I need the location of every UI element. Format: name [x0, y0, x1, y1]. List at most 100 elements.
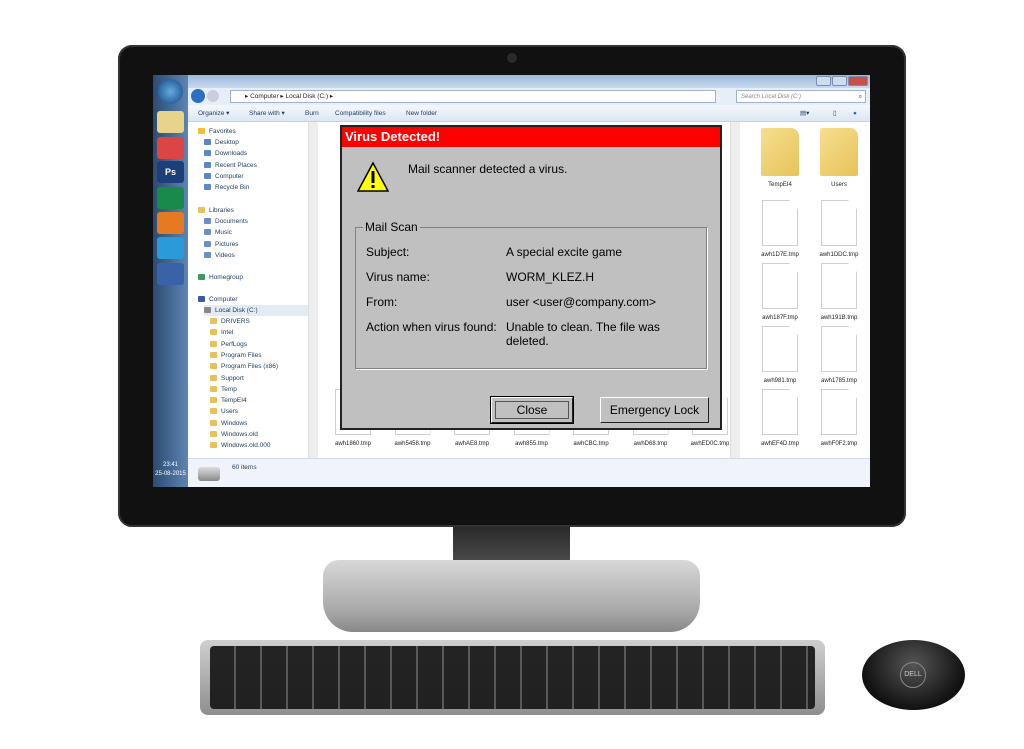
file-item[interactable]: awh981.tmp	[751, 326, 809, 384]
breadcrumb-local-disk[interactable]: Local Disk (C:)	[286, 93, 329, 100]
file-label: awhF0F2.tmp	[820, 441, 858, 447]
folder-icon	[761, 128, 799, 176]
nav-label: Support	[221, 374, 244, 382]
nav-label: Documents	[215, 218, 248, 225]
help-icon[interactable]: ●	[853, 105, 857, 122]
ico-taskbar-icon[interactable]	[157, 187, 184, 209]
share-with-button[interactable]: Share with ▾	[249, 105, 285, 122]
nav-item-folder[interactable]: PerfLogs	[210, 339, 247, 350]
file-item[interactable]: awh1D7E.tmp	[751, 200, 809, 258]
file-item[interactable]: awh1785.tmp	[810, 326, 868, 384]
firefox-taskbar-icon[interactable]	[157, 212, 184, 234]
nav-item-library[interactable]: Videos	[204, 250, 235, 261]
file-icon	[821, 389, 857, 435]
file-item[interactable]: awhEF4D.tmp	[751, 389, 809, 447]
nav-item-library[interactable]: Documents	[204, 216, 248, 227]
close-button[interactable]: Close	[490, 396, 574, 424]
preview-pane-icon[interactable]: ▯	[833, 105, 837, 122]
nav-item-folder[interactable]: TempEI4	[210, 395, 247, 406]
nav-item-folder[interactable]: Program Files (x86)	[210, 361, 278, 372]
folder-item[interactable]: TempEI4	[751, 128, 809, 188]
file-icon	[821, 326, 857, 372]
clock-date: 25-08-2015	[155, 471, 186, 477]
taskbar: Ps 23:41 25-08-2015	[153, 75, 188, 487]
minimize-button[interactable]	[816, 76, 831, 86]
back-button[interactable]	[191, 89, 205, 103]
nav-item-folder[interactable]: Temp	[210, 384, 237, 395]
nav-favorites-icon	[198, 128, 205, 134]
nav-scrollbar[interactable]	[308, 122, 318, 458]
nav-item-computer[interactable]: Computer	[198, 294, 238, 305]
nav-libraries-icon	[198, 207, 205, 213]
mouse: DELL	[862, 640, 965, 710]
nav-item-folder[interactable]: Windows.old	[210, 429, 258, 440]
chrome-taskbar-icon[interactable]	[157, 137, 184, 159]
maximize-button[interactable]	[832, 76, 847, 86]
new-folder-button[interactable]: New folder	[406, 105, 437, 122]
action-row: Action when virus found: Unable to clean.…	[366, 320, 660, 348]
clock[interactable]: 23:41 25-08-2015	[153, 461, 188, 479]
nav-item-folder[interactable]: DRIVERS	[210, 316, 250, 327]
dialog-message: Mail scanner detected a virus.	[408, 162, 568, 176]
title-bar	[188, 75, 870, 88]
file-item[interactable]: awh187F.tmp	[751, 263, 809, 321]
nav-folder-icon	[210, 340, 217, 347]
nav-item-folder[interactable]: Users	[210, 406, 238, 417]
nav-item-favorites[interactable]: Favorites	[198, 126, 236, 137]
nav-label: DRIVERS	[221, 318, 250, 325]
photoshop-taskbar-icon[interactable]: Ps	[157, 161, 184, 183]
nav-item-homegroup[interactable]: Homegroup	[198, 272, 243, 283]
nav-label: Downloads	[215, 150, 248, 158]
word-taskbar-icon[interactable]	[157, 263, 184, 285]
nav-library-icon	[204, 229, 211, 236]
drive-icon	[198, 467, 220, 481]
group-label: Mail Scan	[363, 220, 420, 234]
nav-item-favorite[interactable]: Computer	[204, 171, 244, 182]
emergency-lock-button[interactable]: Emergency Lock	[600, 397, 709, 423]
nav-item-folder[interactable]: Program Files	[210, 350, 261, 361]
file-item[interactable]: awh1DDC.tmp	[810, 200, 868, 258]
file-label: awhCBC.tmp	[573, 441, 609, 447]
nav-label: Videos	[215, 251, 235, 259]
nav-favorite-icon	[204, 161, 211, 168]
burn-button[interactable]: Burn	[305, 105, 319, 122]
content-scrollbar[interactable]	[730, 122, 740, 458]
search-input[interactable]: Search Local Disk (C:) ⌕	[736, 90, 866, 103]
screen: Ps 23:41 25-08-2015 ▸ Computer ▸ Local Di…	[153, 75, 870, 487]
app-taskbar-icon[interactable]	[157, 237, 184, 259]
nav-item-favorite[interactable]: Desktop	[204, 137, 239, 148]
nav-item-favorite[interactable]: Downloads	[204, 148, 247, 159]
nav-folder-icon	[210, 374, 217, 381]
breadcrumb-computer[interactable]: Computer	[250, 93, 279, 100]
nav-label: Computer	[209, 296, 238, 303]
file-item[interactable]: awhF0F2.tmp	[810, 389, 868, 447]
nav-favorite-icon	[204, 172, 211, 179]
start-button[interactable]	[158, 79, 183, 104]
nav-item-folder[interactable]: Intel	[210, 327, 233, 338]
nav-item-folder[interactable]: Windows.old.000	[210, 440, 271, 451]
close-window-button[interactable]	[848, 76, 868, 86]
search-icon: ⌕	[858, 94, 862, 100]
address-bar[interactable]: ▸ Computer ▸ Local Disk (C:) ▸	[230, 90, 716, 103]
file-label: awh1785.tmp	[820, 378, 858, 384]
organize-button[interactable]: Organize ▾	[198, 105, 229, 122]
nav-item-favorite[interactable]: Recent Places	[204, 160, 257, 171]
file-item[interactable]: awh191B.tmp	[810, 263, 868, 321]
nav-item-favorite[interactable]: Recycle Bin	[204, 182, 249, 193]
nav-item-library[interactable]: Music	[204, 227, 232, 238]
nav-item-local-disk[interactable]: Local Disk (C:)	[204, 305, 308, 316]
folder-item[interactable]: Users	[810, 128, 868, 188]
nav-item-library[interactable]: Pictures	[204, 239, 238, 250]
file-label: awh1860.tmp	[334, 441, 372, 447]
nav-folder-icon	[210, 419, 217, 426]
forward-button[interactable]	[207, 90, 219, 102]
compatibility-files-button[interactable]: Compatibility files	[335, 105, 386, 122]
nav-label: Windows.old.000	[221, 442, 271, 450]
nav-library-icon	[204, 218, 211, 224]
explorer-taskbar-icon[interactable]	[157, 111, 184, 133]
nav-item-folder[interactable]: Support	[210, 373, 244, 384]
view-icon[interactable]: ▤▾	[800, 105, 809, 122]
nav-item-folder[interactable]: Windows	[210, 418, 247, 429]
nav-label: Libraries	[209, 207, 234, 214]
nav-item-libraries[interactable]: Libraries	[198, 205, 234, 216]
